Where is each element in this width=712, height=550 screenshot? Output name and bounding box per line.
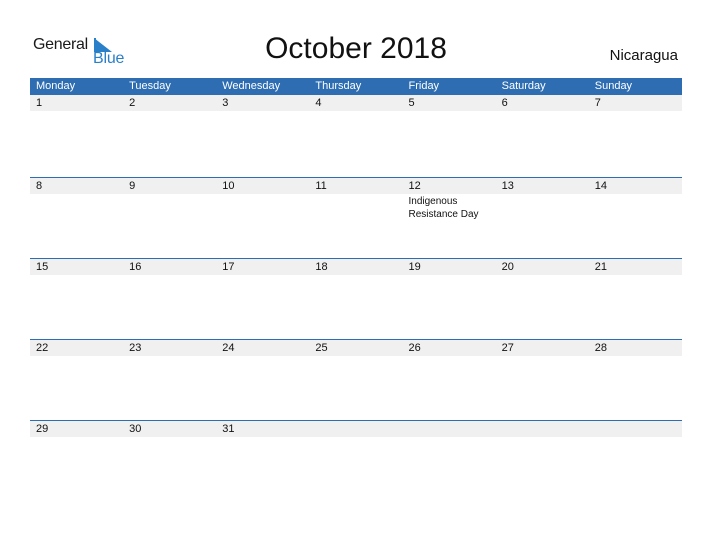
week-cells: 15 16 17 18 19 20 21 (30, 259, 682, 276)
day-number: 26 (408, 342, 421, 354)
day-cell: 18 (309, 259, 402, 276)
day-number: 12 (408, 180, 421, 192)
day-number: 19 (408, 261, 421, 273)
day-cell (403, 421, 496, 438)
day-cell: 8 (30, 178, 123, 221)
day-cell (496, 421, 589, 438)
day-number: 22 (36, 342, 49, 354)
day-cell: 16 (123, 259, 216, 276)
day-cell: 23 (123, 340, 216, 357)
week-row: 8 9 10 11 12 Indigenous Resistance Day 13 14 (30, 177, 682, 258)
day-cell: 30 (123, 421, 216, 438)
weekday-saturday: Saturday (501, 80, 546, 92)
day-cell: 15 (30, 259, 123, 276)
day-number: 17 (222, 261, 235, 273)
weekday-header: Monday Tuesday Wednesday Thursday Friday… (30, 78, 682, 95)
day-number (409, 421, 496, 437)
country-label: Nicaragua (609, 47, 678, 64)
day-number (595, 421, 682, 437)
day-number (315, 421, 402, 437)
day-number: 1 (36, 97, 43, 109)
weekday-monday: Monday (36, 80, 76, 92)
day-number: 11 (315, 180, 327, 192)
day-cell: 20 (496, 259, 589, 276)
day-number: 25 (315, 342, 328, 354)
day-cell: 25 (309, 340, 402, 357)
day-cell (309, 421, 402, 438)
day-number: 4 (315, 97, 322, 109)
day-number: 14 (594, 180, 607, 192)
day-cell: 4 (309, 95, 402, 112)
day-number: 16 (129, 261, 142, 273)
day-cell: 22 (30, 340, 123, 357)
day-cell: 19 (403, 259, 496, 276)
day-number: 13 (501, 180, 514, 192)
day-number: 31 (222, 423, 235, 435)
day-cell: 29 (30, 421, 123, 438)
week-cells: 8 9 10 11 12 Indigenous Resistance Day 13 14 (30, 178, 682, 221)
day-number: 10 (222, 180, 235, 192)
week-row: 22 23 24 25 26 27 28 (30, 339, 682, 420)
day-number: 29 (36, 423, 49, 435)
day-cell: 24 (216, 340, 309, 357)
day-number: 5 (408, 97, 415, 109)
day-cell: 28 (589, 340, 682, 357)
week-cells: 22 23 24 25 26 27 28 (30, 340, 682, 357)
weekday-friday: Friday (408, 80, 440, 92)
day-cell: 11 (309, 178, 402, 221)
day-cell: 10 (216, 178, 309, 221)
weekday-tuesday: Tuesday (129, 80, 171, 92)
day-number (502, 421, 589, 437)
week-row: 29 30 31 (30, 420, 682, 501)
day-cell: 9 (123, 178, 216, 221)
day-number: 15 (36, 261, 49, 273)
day-number: 7 (594, 97, 601, 109)
day-cell: 17 (216, 259, 309, 276)
day-cell: 5 (403, 95, 496, 112)
day-cell: 1 (30, 95, 123, 112)
week-cells: 1 2 3 4 5 6 7 (30, 95, 682, 112)
day-cell: 27 (496, 340, 589, 357)
day-number: 3 (222, 97, 229, 109)
day-cell: 7 (589, 95, 682, 112)
day-number: 28 (594, 342, 607, 354)
day-number: 21 (594, 261, 607, 273)
day-number: 20 (501, 261, 514, 273)
day-cell: 2 (123, 95, 216, 112)
day-cell: 21 (589, 259, 682, 276)
day-cell: 12 Indigenous Resistance Day (403, 178, 496, 221)
day-cell (589, 421, 682, 438)
day-number: 6 (501, 97, 508, 109)
day-number: 24 (222, 342, 235, 354)
week-row: 1 2 3 4 5 6 7 (30, 94, 682, 175)
day-cell: 13 (496, 178, 589, 221)
day-number: 27 (501, 342, 514, 354)
day-number: 23 (129, 342, 142, 354)
holiday-event: Indigenous Resistance Day (408, 196, 479, 220)
day-cell: 31 (216, 421, 309, 438)
day-cell: 26 (403, 340, 496, 357)
day-number: 2 (129, 97, 136, 109)
day-cell: 3 (216, 95, 309, 112)
day-number: 18 (315, 261, 328, 273)
calendar-title: October 2018 (265, 32, 447, 65)
weekday-thursday: Thursday (315, 80, 362, 92)
day-number: 8 (36, 180, 43, 192)
weekday-wednesday: Wednesday (222, 80, 281, 92)
day-number: 30 (129, 423, 142, 435)
week-row: 15 16 17 18 19 20 21 (30, 258, 682, 339)
weekday-sunday: Sunday (594, 80, 633, 92)
day-number: 9 (129, 180, 136, 192)
day-cell: 6 (496, 95, 589, 112)
day-cell: 14 (589, 178, 682, 221)
week-cells: 29 30 31 (30, 421, 682, 438)
